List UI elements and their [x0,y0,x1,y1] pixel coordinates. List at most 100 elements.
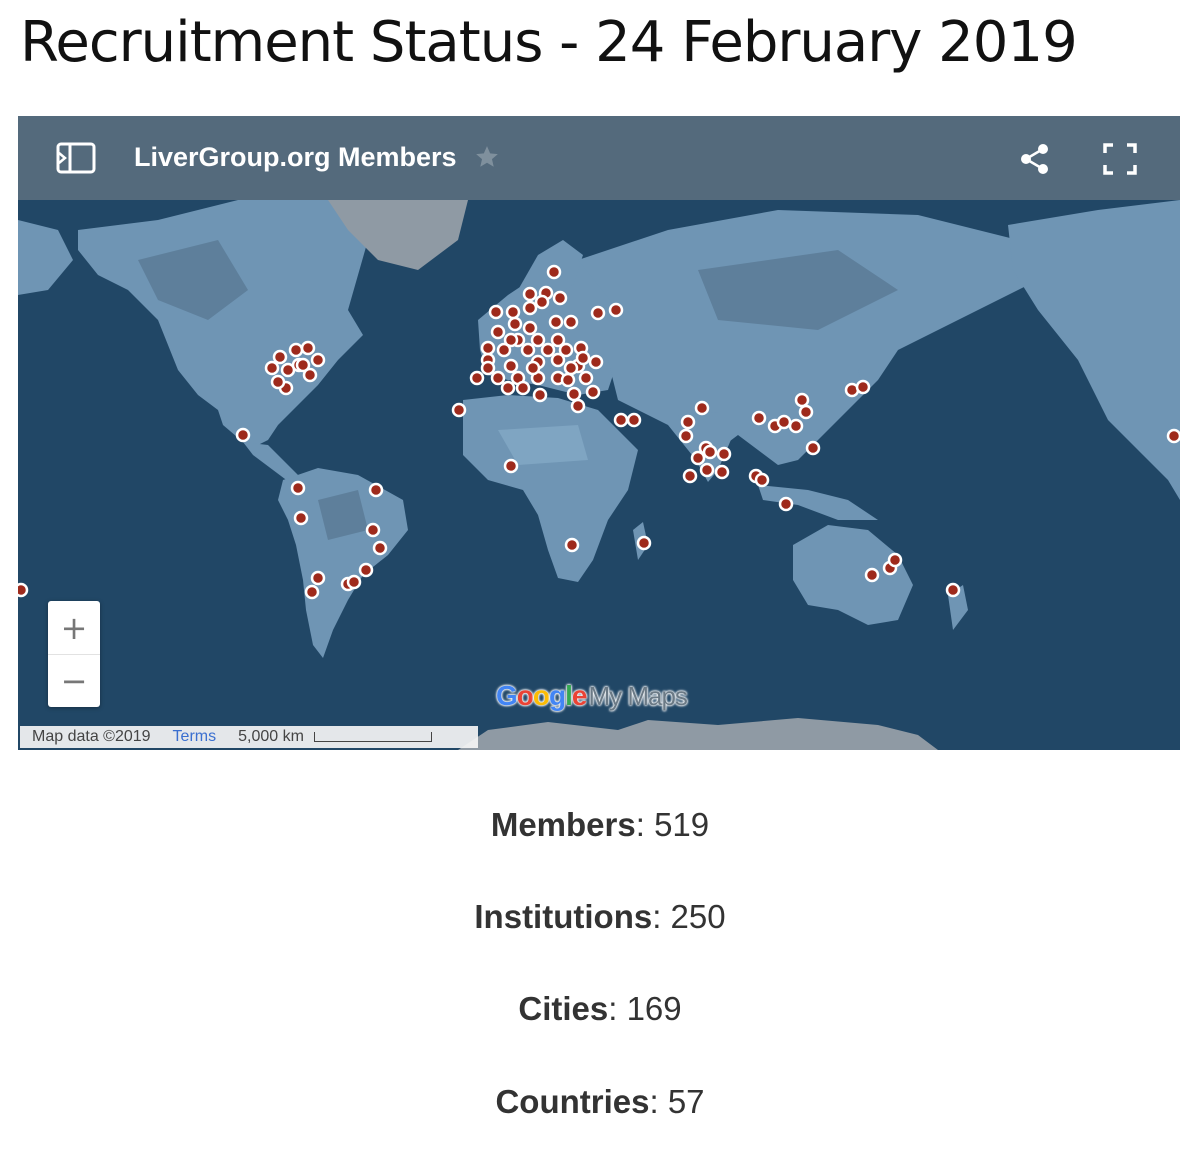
member-marker[interactable] [507,316,523,332]
world-map[interactable] [18,200,1180,750]
member-marker[interactable] [500,380,516,396]
member-marker[interactable] [560,372,576,388]
member-marker[interactable] [288,342,304,358]
member-marker[interactable] [270,374,286,390]
member-marker[interactable] [480,360,496,376]
member-marker[interactable] [776,414,792,430]
member-marker[interactable] [546,264,562,280]
map-name[interactable]: LiverGroup.org Members [134,142,457,173]
member-marker[interactable] [515,380,531,396]
member-marker[interactable] [626,412,642,428]
member-marker[interactable] [578,370,594,386]
member-marker[interactable] [503,358,519,374]
star-icon[interactable] [474,144,500,170]
member-marker[interactable] [754,472,770,488]
member-marker[interactable] [548,314,564,330]
member-marker[interactable] [558,342,574,358]
member-marker[interactable] [310,352,326,368]
member-marker[interactable] [575,350,591,366]
member-marker[interactable] [540,342,556,358]
stat-countries: Countries: 57 [0,1083,1200,1121]
member-marker[interactable] [372,540,388,556]
member-marker[interactable] [751,410,767,426]
member-marker[interactable] [304,584,320,600]
member-marker[interactable] [805,440,821,456]
stat-value: 250 [670,898,726,935]
member-marker[interactable] [295,357,311,373]
stat-value: 169 [626,990,682,1027]
member-marker[interactable] [310,570,326,586]
member-marker[interactable] [566,386,582,402]
member-marker[interactable] [588,354,604,370]
member-marker[interactable] [945,582,961,598]
member-marker[interactable] [480,340,496,356]
member-marker[interactable] [488,304,504,320]
member-marker[interactable] [346,574,362,590]
member-marker[interactable] [699,462,715,478]
terms-link[interactable]: Terms [173,728,217,746]
member-marker[interactable] [503,458,519,474]
member-marker[interactable] [235,427,251,443]
member-marker[interactable] [714,464,730,480]
member-marker[interactable] [864,567,880,583]
member-marker[interactable] [365,522,381,538]
member-marker[interactable] [534,294,550,310]
member-marker[interactable] [522,320,538,336]
member-marker[interactable] [563,360,579,376]
zoom-in-button[interactable]: + [48,601,100,654]
stat-value: 57 [667,1083,705,1120]
member-marker[interactable] [18,582,29,598]
member-marker[interactable] [788,418,804,434]
zoom-control: + − [48,601,100,707]
member-marker[interactable] [505,304,521,320]
member-marker[interactable] [522,286,538,302]
member-marker[interactable] [358,562,374,578]
stat-label: Countries [495,1083,650,1120]
map-embed[interactable]: LiverGroup.org Members + − GoogleMy Maps… [18,116,1180,750]
member-marker[interactable] [636,535,652,551]
member-marker[interactable] [680,414,696,430]
member-marker[interactable] [716,446,732,462]
member-marker[interactable] [855,379,871,395]
member-marker[interactable] [264,360,280,376]
member-marker[interactable] [702,444,718,460]
member-marker[interactable] [678,428,694,444]
member-marker[interactable] [522,300,538,316]
member-marker[interactable] [798,404,814,420]
legend-panel-icon[interactable] [56,142,96,174]
member-marker[interactable] [563,314,579,330]
member-marker[interactable] [690,450,706,466]
member-marker[interactable] [290,480,306,496]
member-marker[interactable] [503,332,519,348]
fullscreen-icon[interactable] [1102,142,1138,176]
member-marker[interactable] [293,510,309,526]
member-marker[interactable] [469,370,485,386]
google-my-maps-logo: GoogleMy Maps [496,680,688,711]
member-marker[interactable] [694,400,710,416]
member-marker[interactable] [300,340,316,356]
member-marker[interactable] [552,290,568,306]
member-marker[interactable] [532,387,548,403]
scale-bar [313,732,432,742]
member-marker[interactable] [778,496,794,512]
member-marker[interactable] [590,305,606,321]
member-marker[interactable] [564,537,580,553]
member-marker[interactable] [585,384,601,400]
member-marker[interactable] [272,349,288,365]
member-marker[interactable] [368,482,384,498]
share-icon[interactable] [1018,142,1052,176]
member-marker[interactable] [887,552,903,568]
member-marker[interactable] [794,392,810,408]
member-marker[interactable] [608,302,624,318]
member-marker[interactable] [682,468,698,484]
member-marker[interactable] [520,342,536,358]
member-marker[interactable] [451,402,467,418]
member-marker[interactable] [490,370,506,386]
member-marker[interactable] [490,324,506,340]
zoom-out-button[interactable]: − [48,654,100,707]
member-marker[interactable] [525,360,541,376]
member-marker[interactable] [530,332,546,348]
member-marker[interactable] [570,398,586,414]
member-marker[interactable] [613,412,629,428]
member-marker[interactable] [1166,428,1180,444]
